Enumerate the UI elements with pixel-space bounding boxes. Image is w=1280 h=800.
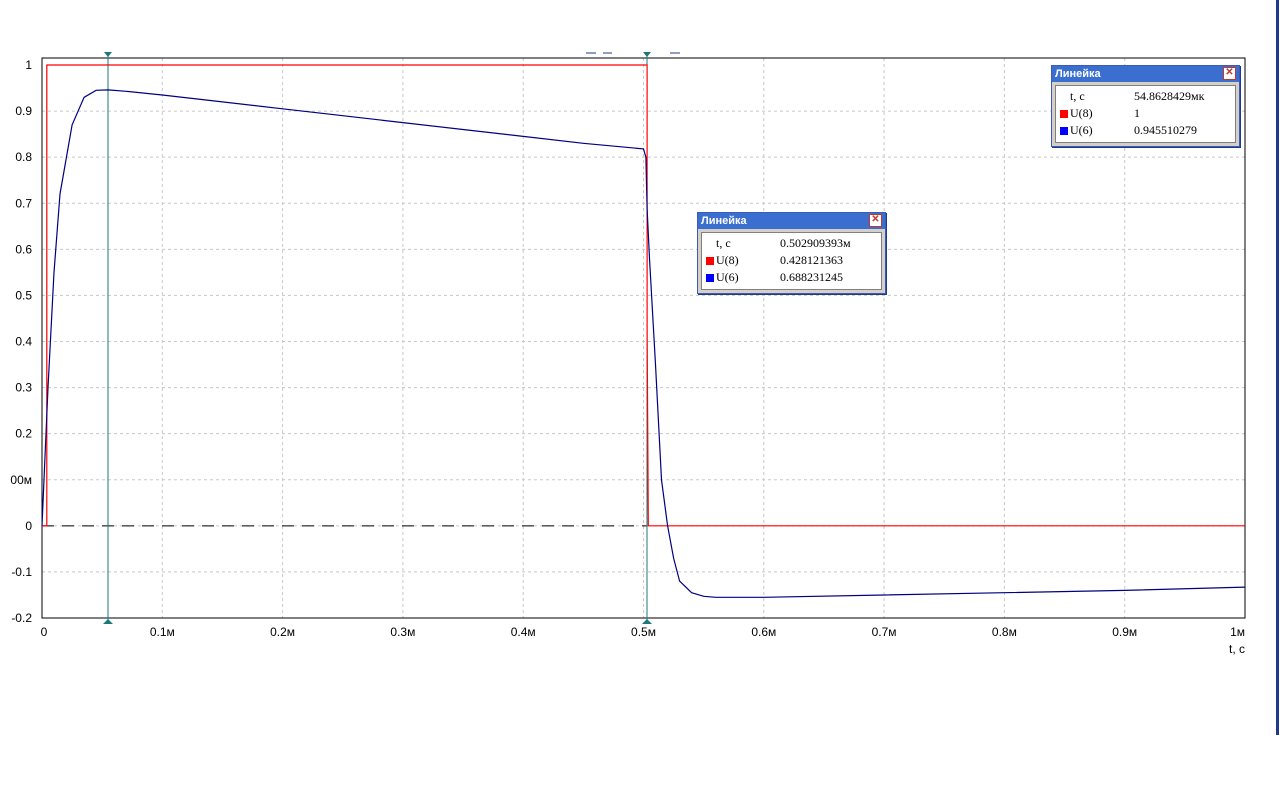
ruler-title: Линейка: [1055, 68, 1101, 80]
ruler-row: U(6) 0.688231245: [706, 269, 877, 286]
ruler-swatch: [1060, 126, 1068, 135]
y-tick-label: 00м: [10, 473, 32, 487]
x-tick-label: 0: [41, 625, 48, 639]
ruler-value: 0.428121363: [780, 253, 843, 267]
x-tick-label: 0.1м: [150, 625, 175, 639]
ruler-value: 0.688231245: [780, 270, 843, 284]
ruler-key: U(8): [1070, 106, 1093, 120]
y-tick-label: 0.4: [15, 335, 32, 349]
x-axis-label: t, c: [1229, 642, 1245, 656]
ruler-row: U(6) 0.945510279: [1060, 122, 1231, 139]
y-tick-label: 0.9: [15, 104, 32, 118]
y-tick-label: 0.5: [15, 288, 32, 302]
ruler-value: 0.502909393м: [780, 236, 851, 250]
y-tick-label: 0.7: [15, 196, 32, 210]
y-tick-label: 0: [25, 519, 32, 533]
y-tick-label: 1: [25, 58, 32, 72]
ruler-key: t, c: [716, 236, 731, 250]
ruler-key: U(6): [716, 270, 739, 284]
ruler-panel-1[interactable]: Линейка ✕ t, c 54.8628429мк U(8) 1 U(6) …: [1051, 65, 1240, 147]
ruler-body: t, c 0.502909393м U(8) 0.428121363 U(6) …: [701, 232, 882, 290]
ruler-body: t, c 54.8628429мк U(8) 1 U(6) 0.94551027…: [1055, 85, 1236, 143]
ruler-key: t, c: [1070, 89, 1085, 103]
ruler-value: 1: [1134, 106, 1140, 120]
x-tick-label: 0.4м: [511, 625, 536, 639]
x-tick-label: 0.2м: [270, 625, 295, 639]
ruler-row: U(8) 1: [1060, 105, 1231, 122]
ruler-title: Линейка: [701, 215, 747, 227]
ruler-value: 54.8628429мк: [1134, 89, 1205, 103]
x-tick-labels: 0 0.1м 0.2м 0.3м 0.4м 0.5м 0.6м 0.7м 0.8м 0.9м 1м: [41, 625, 1245, 639]
triangle-marker-icon: [104, 52, 112, 57]
ruler-swatch: [706, 256, 714, 265]
ruler-value: 0.945510279: [1134, 123, 1197, 137]
y-tick-label: -0.2: [11, 611, 32, 625]
y-tick-label: -0.1: [11, 565, 32, 579]
close-icon[interactable]: ✕: [1223, 67, 1236, 80]
ruler-row: t, c 54.8628429мк: [1060, 88, 1231, 105]
y-tick-label: 0.6: [15, 242, 32, 256]
x-tick-label: 0.9м: [1112, 625, 1137, 639]
x-tick-label: 1м: [1230, 625, 1245, 639]
triangle-marker-icon: [642, 619, 652, 624]
y-tick-label: 0.8: [15, 150, 32, 164]
ruler-swatch: [1060, 93, 1068, 101]
ruler-title-bar[interactable]: Линейка ✕: [1052, 66, 1239, 82]
close-icon[interactable]: ✕: [869, 214, 882, 227]
ruler-row: t, c 0.502909393м: [706, 235, 877, 252]
y-tick-labels: 1 0.9 0.8 0.7 0.6 0.5 0.4 0.3 0.2 00м 0 -0.1 -0.2: [10, 58, 32, 625]
x-tick-label: 0.8м: [992, 625, 1017, 639]
triangle-marker-icon: [643, 52, 651, 57]
window-edge: [1276, 0, 1279, 735]
y-tick-label: 0.2: [15, 427, 32, 441]
ruler-swatch: [1060, 109, 1068, 118]
x-tick-label: 0.3м: [390, 625, 415, 639]
x-tick-label: 0.5м: [631, 625, 656, 639]
x-tick-label: 0.6м: [751, 625, 776, 639]
ruler-row: U(8) 0.428121363: [706, 252, 877, 269]
x-tick-label: 0.7м: [872, 625, 897, 639]
ruler-title-bar[interactable]: Линейка ✕: [698, 213, 885, 229]
ruler-key: U(6): [1070, 123, 1093, 137]
ruler-swatch: [706, 240, 714, 248]
ruler-key: U(8): [716, 253, 739, 267]
ruler-swatch: [706, 273, 714, 282]
triangle-marker-icon: [103, 619, 113, 624]
ruler-panel-2[interactable]: Линейка ✕ t, c 0.502909393м U(8) 0.42812…: [697, 212, 886, 294]
cursors: [103, 52, 652, 624]
y-tick-label: 0.3: [15, 381, 32, 395]
